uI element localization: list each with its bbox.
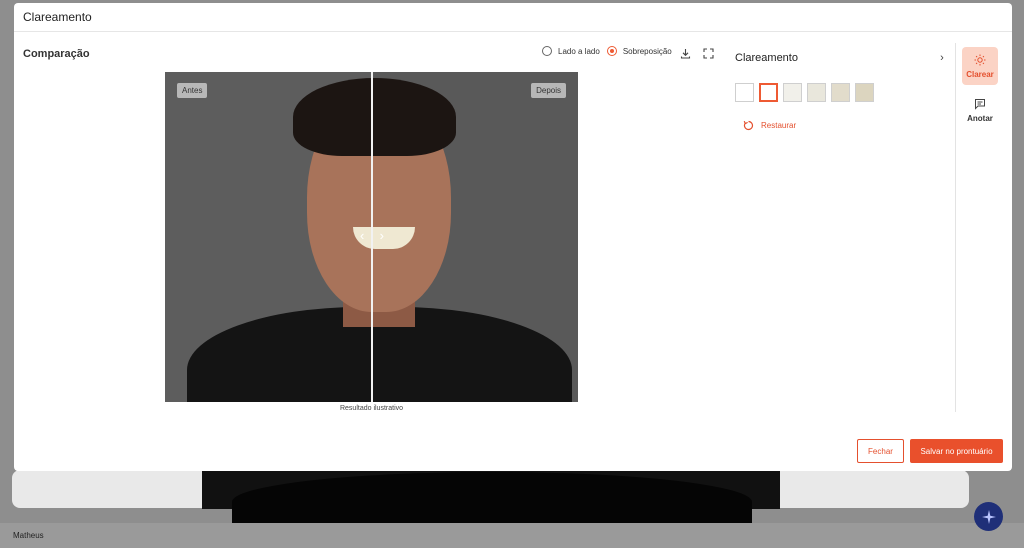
view-mode-group: Lado a lado Sobreposição <box>542 46 679 56</box>
restore-label: Restaurar <box>761 121 797 130</box>
sidebar-item-anotar[interactable]: Anotar <box>962 91 998 129</box>
close-button[interactable]: Fechar <box>857 439 904 463</box>
shade-swatch[interactable] <box>735 83 754 102</box>
shade-swatch[interactable] <box>783 83 802 102</box>
save-button[interactable]: Salvar no prontuário <box>910 439 1003 463</box>
expand-icon <box>702 47 714 59</box>
radio-label: Sobreposição <box>622 46 672 56</box>
fullscreen-button[interactable] <box>702 47 714 59</box>
panel-title: Clareamento <box>735 52 798 64</box>
panel-divider <box>955 43 956 412</box>
before-label: Antes <box>177 83 208 98</box>
download-button[interactable] <box>679 47 691 59</box>
modal-title: Clareamento <box>23 10 92 24</box>
shade-swatch[interactable] <box>759 83 778 102</box>
radio-overlay[interactable]: Sobreposição <box>606 46 672 56</box>
shade-swatch[interactable] <box>831 83 850 102</box>
radio-circle <box>606 46 617 56</box>
shade-swatch[interactable] <box>855 83 874 102</box>
comparison-title: Comparação <box>23 48 90 60</box>
restore-button[interactable]: Restaurar <box>743 120 796 131</box>
chevron-right-icon[interactable]: › <box>935 51 949 65</box>
user-name: Matheus <box>13 531 44 540</box>
shade-swatch[interactable] <box>807 83 826 102</box>
comparison-image[interactable]: Antes Depois ‹ › <box>165 72 578 402</box>
assistant-fab-button[interactable] <box>974 502 1003 531</box>
sun-icon <box>974 54 986 65</box>
background-footer: Matheus <box>0 523 1024 548</box>
whitening-modal: Clareamento Comparação Lado a lado Sobre… <box>14 3 1012 471</box>
image-caption: Resultado ilustrativo <box>339 405 404 412</box>
sidebar-item-label: Anotar <box>967 113 993 123</box>
sparkle-icon <box>981 509 996 524</box>
radio-circle <box>542 46 552 56</box>
download-icon <box>680 48 690 59</box>
comment-icon <box>975 98 985 110</box>
shade-swatches <box>735 83 879 102</box>
radio-side-by-side[interactable]: Lado a lado <box>542 46 600 56</box>
radio-label: Lado a lado <box>558 46 600 56</box>
sidebar-item-label: Clarear <box>966 69 994 79</box>
restore-icon <box>743 120 754 131</box>
sidebar-item-clarear[interactable]: Clarear <box>962 47 998 85</box>
chevron-left-icon: ‹ <box>360 228 365 243</box>
slider-handle[interactable]: ‹ › <box>360 229 384 243</box>
background-photo <box>202 470 780 532</box>
chevron-right-icon: › <box>379 228 384 243</box>
after-label: Depois <box>531 83 566 98</box>
modal-header: Clareamento <box>14 3 1012 32</box>
